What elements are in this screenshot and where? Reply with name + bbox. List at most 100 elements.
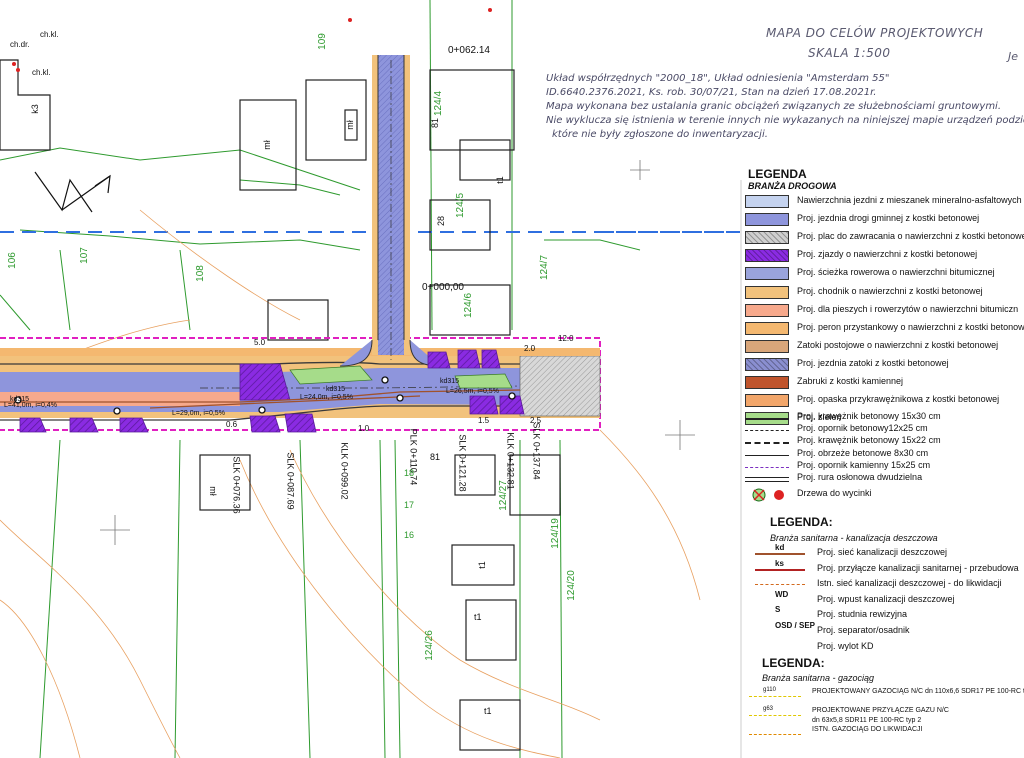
legend-label: Proj. chodnik o nawierzchni z kostki bet… — [797, 285, 983, 296]
legend-row: Proj. plac do zawracania o nawierzchni z… — [745, 230, 1024, 246]
small-label: 81 — [430, 452, 441, 462]
legend-label: PROJEKTOWANE PRZYŁĄCZE GAZU N/C — [812, 707, 949, 714]
slope-label: L=29,0m, i=0,5% — [172, 410, 225, 417]
chainage-label: SLK 0+137.84 — [531, 422, 542, 480]
legend-line-sample — [755, 568, 805, 571]
legend-swatch — [745, 321, 789, 335]
building-label: t1 — [474, 612, 482, 622]
legend-swatch — [745, 394, 789, 408]
small-label: 81 — [430, 117, 441, 129]
map-scale: SKALA 1:500 — [808, 46, 891, 60]
parcel-label: 106 — [6, 252, 18, 269]
legend-line-sample — [745, 418, 789, 420]
building-label: ch.kl. — [32, 68, 51, 77]
legend-heading: LEGENDA: — [770, 515, 833, 529]
slope-label: L=41,0m, i=0,4% — [4, 402, 57, 409]
legend-row: OSD / SEP Proj. separator/osadnik — [745, 621, 1024, 640]
legend-swatch — [745, 267, 789, 281]
dimension-label: 12.0 — [558, 334, 574, 343]
info-line: Nie wyklucza się istnienia w terenie inn… — [546, 115, 1024, 126]
legend-subheading: Branża sanitarna - kanalizacja deszczowa — [770, 533, 938, 543]
legend-line-sample — [745, 466, 789, 468]
legend-row: Proj. peron przystankowy o nawierzchni z… — [745, 321, 1024, 337]
parcel-label: 124/7 — [539, 254, 551, 281]
parcel-label: 124/26 — [423, 630, 435, 661]
legend-row: Proj. dla pieszych i rowerzytów o nawier… — [745, 303, 1024, 319]
legend-row: Proj. rura osłonowa dwudzielna — [745, 472, 1024, 488]
building-label: t1 — [494, 176, 505, 184]
legend-line-sample — [755, 553, 805, 555]
parcel-label: 124/6 — [463, 292, 475, 319]
legend-subheading: BRANŻA DROGOWA — [748, 181, 837, 191]
legend-label: Proj. studnia rewizyjna — [817, 609, 908, 620]
legend-label: Proj. zjazdy o nawierzchni z kostki beto… — [797, 249, 978, 260]
legend-symbol: ks — [775, 558, 784, 568]
legend-row: g63 PROJEKTOWANE PRZYŁĄCZE GAZU N/C dn 63x… — [745, 706, 1024, 724]
legend-line-sample — [749, 715, 801, 716]
station-mid-label: 0+000,00 — [422, 282, 464, 293]
legend-line-sample — [749, 734, 801, 735]
legend-symbol: kd — [775, 543, 785, 552]
pipe-label: kd315 — [10, 396, 30, 403]
dimension-label: 2.0 — [524, 344, 536, 353]
legend-row: Proj. ścieżka rowerowa o nawierzchni bit… — [745, 266, 1024, 282]
legend-swatch — [745, 195, 789, 208]
legend-line-sample — [745, 430, 789, 432]
building-label: ch.kl. — [40, 30, 59, 39]
parcel-label: 124/4 — [433, 90, 445, 117]
legend-swatch — [745, 376, 789, 389]
contour-lines — [0, 209, 701, 758]
legend-label: Nawierzchnia jezdni z mieszanek mineraln… — [797, 195, 1022, 205]
slope-label: L=24,0m, i=0,5% — [300, 394, 353, 401]
legend-swatch — [745, 231, 789, 245]
legend-subheading: Branża sanitarna - gazociąg — [762, 673, 875, 683]
legend-row: Nawierzchnia jezdni z mieszanek mineraln… — [745, 194, 1024, 210]
station-top-label: 0+062.14 — [448, 45, 490, 56]
legend-swatch — [745, 339, 789, 353]
info-line: Układ współrzędnych "2000_18", Układ odn… — [546, 73, 890, 84]
legend-swatch — [745, 357, 789, 371]
legend-row: WD Proj. wpust kanalizacji deszczowej — [745, 590, 1024, 609]
dimension-label: 1.0 — [358, 424, 370, 433]
legend-label: Proj. peron przystankowy o nawierzchni z… — [797, 321, 1024, 332]
legend-label: Zabruki z kostki kamiennej — [797, 376, 904, 386]
legend-row: Proj. jezdnia drogi gminnej z kostki bet… — [745, 212, 1024, 228]
legend-row: ks Proj. przyłącze kanalizacji sanitarnej… — [745, 558, 1024, 578]
legend-line-sample — [745, 477, 789, 482]
legend-row: Proj. chodnik o nawierzchni z kostki bet… — [745, 285, 1024, 301]
legend-label: PROJEKTOWANY GAZOCIĄG N/C dn 110x6,6 SDR… — [812, 688, 1024, 695]
parcel-label: 124/19 — [549, 518, 561, 549]
legend-label: Proj. wpust kanalizacji deszczowej — [817, 593, 955, 604]
parcel-label: 107 — [78, 247, 90, 264]
tree-removal-icon — [752, 488, 784, 502]
building-label: t1 — [484, 706, 492, 716]
legend-label: Proj. ścieżka rowerowa o nawierzchni bit… — [797, 267, 995, 278]
legend-label: Drzewa do wycinki — [797, 488, 872, 498]
legend-label: Zatoki postojowe o nawierzchni z kostki … — [797, 339, 999, 350]
legend-label: Proj. separator/osadnik — [817, 625, 910, 635]
dimension-label: 2.5 — [530, 416, 542, 425]
legend-row: Proj. opaska przykrawężnikowa z kostki b… — [745, 393, 1024, 409]
legend-row: Zatoki postojowe o nawierzchni z kostki … — [745, 339, 1024, 355]
legend-label: Proj. wylot KD — [817, 640, 874, 651]
legend-label: Proj. przyłącze kanalizacji sanitarnej -… — [817, 562, 1019, 573]
legend-label: Proj. opornik betonowy12x25 cm — [797, 423, 928, 434]
legend-swatch — [745, 285, 789, 299]
side-road — [339, 55, 441, 367]
chainage-label: KLK 0+099.02 — [339, 442, 350, 500]
title-fragment: Je — [1008, 50, 1019, 63]
legend-line-sample — [745, 454, 789, 456]
map-title: MAPA DO CELÓW PROJEKTOWYCH — [766, 26, 984, 40]
legend-label: Proj. krawężnik betonowy 15x30 cm — [797, 411, 941, 421]
legend-swatch — [745, 249, 789, 263]
slope-label: L=26,5m, i=0,5% — [446, 388, 499, 395]
building-label: mł — [344, 120, 355, 130]
legend-label: Proj. rura osłonowa dwudzielna — [797, 472, 923, 482]
parcel-label: 124/5 — [455, 192, 467, 219]
chainage-label: SLK 0+076.36 — [231, 456, 242, 514]
legend-label: Proj. dla pieszych i rowerzytów o nawier… — [797, 303, 1019, 314]
legend-label: Proj. jezdnia drogi gminnej z kostki bet… — [797, 213, 980, 224]
north-arrow-icon — [34, 171, 111, 213]
legend-line-sample — [745, 442, 789, 445]
parcel-label: 109 — [316, 33, 328, 50]
